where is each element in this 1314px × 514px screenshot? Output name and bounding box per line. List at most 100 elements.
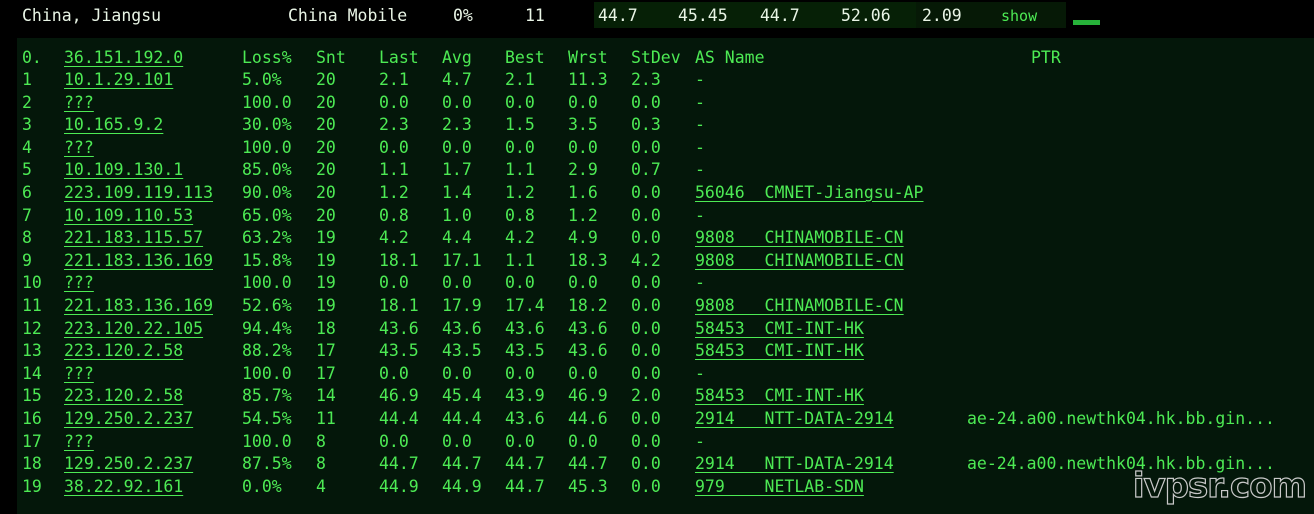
- hop-last: 0.0: [379, 273, 409, 293]
- hop-as-name[interactable]: 58453 CMI-INT-HK: [695, 340, 864, 362]
- hop-best: 0.8: [505, 205, 535, 225]
- hop-as-name[interactable]: 2914 NTT-DATA-2914: [695, 453, 894, 475]
- hop-snt: 20: [316, 183, 336, 202]
- hop-host-link[interactable]: 223.120.2.58: [64, 340, 183, 362]
- hop-wrst: 3.5: [568, 115, 598, 135]
- hop-loss: 65.0%: [242, 205, 292, 225]
- summary-loss: 0%: [453, 6, 473, 25]
- summary-location: China, Jiangsu: [22, 6, 162, 25]
- hop-loss: 30.0%: [242, 115, 292, 135]
- hop-stdev: 2.0: [631, 386, 661, 406]
- hop-avg: 0.0: [442, 363, 472, 383]
- hop-as-name[interactable]: 9808 CHINAMOBILE-CN: [695, 250, 904, 272]
- hop-loss: 85.0%: [242, 160, 292, 180]
- show-toggle[interactable]: show: [1001, 6, 1037, 26]
- hop-avg: 44.7: [442, 454, 482, 474]
- hop-wrst: 1.6: [568, 183, 598, 202]
- hop-avg: 0.0: [442, 92, 472, 112]
- hop-avg: 1.0: [442, 205, 472, 225]
- hop-avg: 17.9: [442, 296, 482, 315]
- hop-stdev: 0.3: [631, 115, 661, 135]
- summary-bar: China, Jiangsu China Mobile 0% 11 44.7 4…: [0, 0, 1314, 30]
- hop-last: 43.6: [379, 318, 419, 338]
- hop-wrst: 4.9: [568, 228, 598, 248]
- hop-as-name: -: [695, 115, 705, 135]
- hop-host-link[interactable]: 223.120.2.58: [64, 385, 183, 407]
- hop-last: 0.0: [379, 92, 409, 112]
- header-stdev: StDev: [631, 48, 681, 67]
- hop-as-name[interactable]: 979 NETLAB-SDN: [695, 476, 864, 498]
- hop-best: 1.5: [505, 115, 535, 135]
- hop-host-link[interactable]: ???: [64, 92, 94, 114]
- header-loss: Loss%: [242, 48, 292, 67]
- hop-as-name[interactable]: 2914 NTT-DATA-2914: [695, 408, 894, 430]
- hop-as-name[interactable]: 58453 CMI-INT-HK: [695, 318, 864, 340]
- hop-index: 12: [22, 318, 42, 338]
- hop-best: 43.6: [505, 318, 545, 338]
- summary-best: 44.7: [760, 6, 800, 25]
- hop-index: 11: [22, 296, 42, 315]
- hop-snt: 18: [316, 318, 336, 338]
- hop-index: 14: [22, 363, 42, 383]
- hop-wrst: 0.0: [568, 363, 598, 383]
- hop-host-link[interactable]: 223.120.22.105: [64, 318, 203, 340]
- hop-host-link[interactable]: 221.183.115.57: [64, 227, 203, 249]
- hop-last: 44.9: [379, 476, 419, 496]
- hop-index: 13: [22, 341, 42, 361]
- hop-snt: 19: [316, 273, 336, 293]
- hop-host-link[interactable]: 38.22.92.161: [64, 476, 183, 498]
- show-indicator-icon: [1073, 20, 1100, 25]
- hop-wrst: 43.6: [568, 341, 608, 361]
- target-host-link[interactable]: 36.151.192.0: [64, 47, 183, 69]
- hop-as-name: -: [695, 70, 705, 89]
- hop-best: 43.5: [505, 341, 545, 361]
- hop-host-link[interactable]: 10.109.110.53: [64, 205, 193, 227]
- hop-as-name: -: [695, 160, 705, 180]
- hop-snt: 17: [316, 341, 336, 361]
- hop-as-name[interactable]: 9808 CHINAMOBILE-CN: [695, 227, 904, 249]
- hop-wrst: 2.9: [568, 160, 598, 180]
- hop-last: 2.1: [379, 70, 409, 89]
- hop-snt: 4: [316, 476, 326, 496]
- hop-wrst: 0.0: [568, 273, 598, 293]
- hop-avg: 44.4: [442, 409, 482, 428]
- summary-avg: 45.45: [678, 6, 728, 25]
- hop-index: 4: [22, 137, 32, 157]
- hop-wrst: 43.6: [568, 318, 608, 338]
- hop-host-link[interactable]: ???: [64, 363, 94, 385]
- hop-host-link[interactable]: 221.183.136.169: [64, 295, 213, 317]
- hop-avg: 1.7: [442, 160, 472, 180]
- hop-index: 18: [22, 454, 42, 474]
- hop-last: 43.5: [379, 341, 419, 361]
- hop-snt: 19: [316, 296, 336, 315]
- hop-stdev: 0.7: [631, 160, 661, 180]
- hop-host-link[interactable]: ???: [64, 431, 94, 453]
- hop-host-link[interactable]: 129.250.2.237: [64, 453, 193, 475]
- traceroute-table: 0. 36.151.192.0 Loss% Snt Last Avg Best …: [17, 38, 1314, 514]
- header-last: Last: [379, 48, 419, 67]
- hop-host-link[interactable]: ???: [64, 137, 94, 159]
- hop-host-link[interactable]: 221.183.136.169: [64, 250, 213, 272]
- hop-best: 0.0: [505, 431, 535, 451]
- hop-snt: 11: [316, 409, 336, 428]
- hop-index: 10: [22, 273, 42, 293]
- hop-snt: 20: [316, 160, 336, 180]
- hop-best: 2.1: [505, 70, 535, 89]
- hop-host-link[interactable]: 10.1.29.101: [64, 69, 173, 91]
- hop-host-link[interactable]: 223.109.119.113: [64, 182, 213, 204]
- hop-host-link[interactable]: ???: [64, 272, 94, 294]
- hop-host-link[interactable]: 10.109.130.1: [64, 159, 183, 181]
- hop-stdev: 0.0: [631, 454, 661, 474]
- hop-last: 4.2: [379, 228, 409, 248]
- hop-wrst: 0.0: [568, 92, 598, 112]
- hop-as-name[interactable]: 56046 CMNET-Jiangsu-AP: [695, 182, 923, 204]
- hop-avg: 43.6: [442, 318, 482, 338]
- hop-best: 0.0: [505, 273, 535, 293]
- hop-as-name[interactable]: 9808 CHINAMOBILE-CN: [695, 295, 904, 317]
- hop-loss: 100.0: [242, 92, 292, 112]
- hop-host-link[interactable]: 129.250.2.237: [64, 408, 193, 430]
- hop-last: 0.0: [379, 137, 409, 157]
- hop-as-name[interactable]: 58453 CMI-INT-HK: [695, 385, 864, 407]
- hop-host-link[interactable]: 10.165.9.2: [64, 114, 163, 136]
- hop-index: 2: [22, 92, 32, 112]
